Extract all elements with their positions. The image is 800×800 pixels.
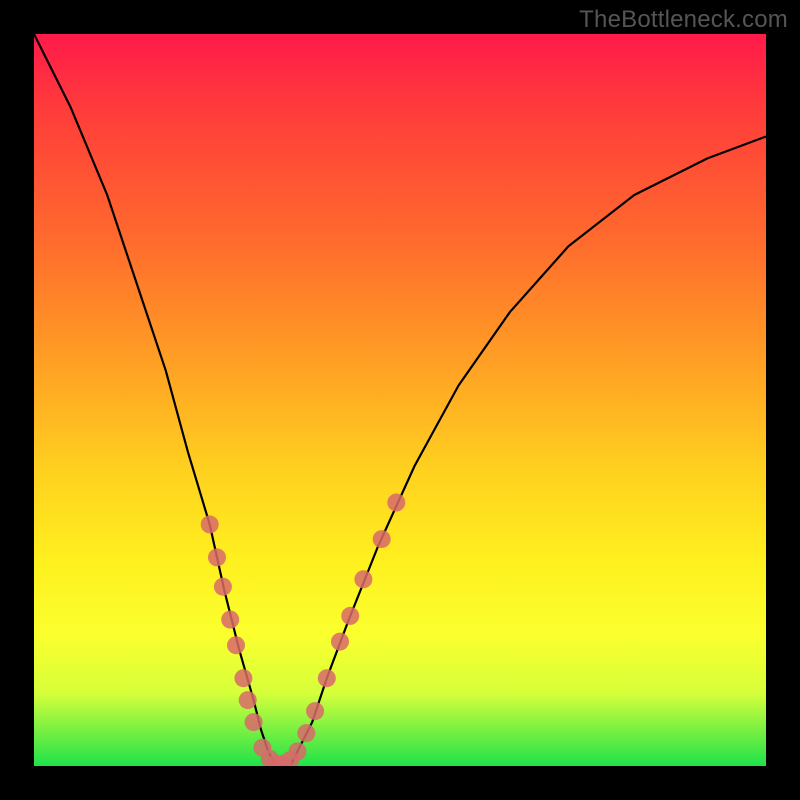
attribution-text: TheBottleneck.com [579, 6, 788, 34]
curve-marker [341, 607, 359, 625]
curve-marker [201, 515, 219, 533]
bottleneck-curve-svg [34, 34, 766, 766]
curve-marker [297, 724, 315, 742]
curve-marker [234, 669, 252, 687]
curve-marker [221, 611, 239, 629]
curve-marker [387, 494, 405, 512]
curve-marker [306, 702, 324, 720]
curve-marker [245, 713, 263, 731]
curve-marker [289, 742, 307, 760]
curve-markers [201, 494, 406, 767]
curve-marker [208, 548, 226, 566]
curve-marker [354, 570, 372, 588]
curve-marker [239, 691, 257, 709]
curve-marker [227, 636, 245, 654]
plot-area [34, 34, 766, 766]
curve-marker [318, 669, 336, 687]
bottleneck-curve [34, 34, 766, 766]
curve-marker [373, 530, 391, 548]
chart-frame: TheBottleneck.com [0, 0, 800, 800]
curve-marker [214, 578, 232, 596]
curve-marker [331, 633, 349, 651]
